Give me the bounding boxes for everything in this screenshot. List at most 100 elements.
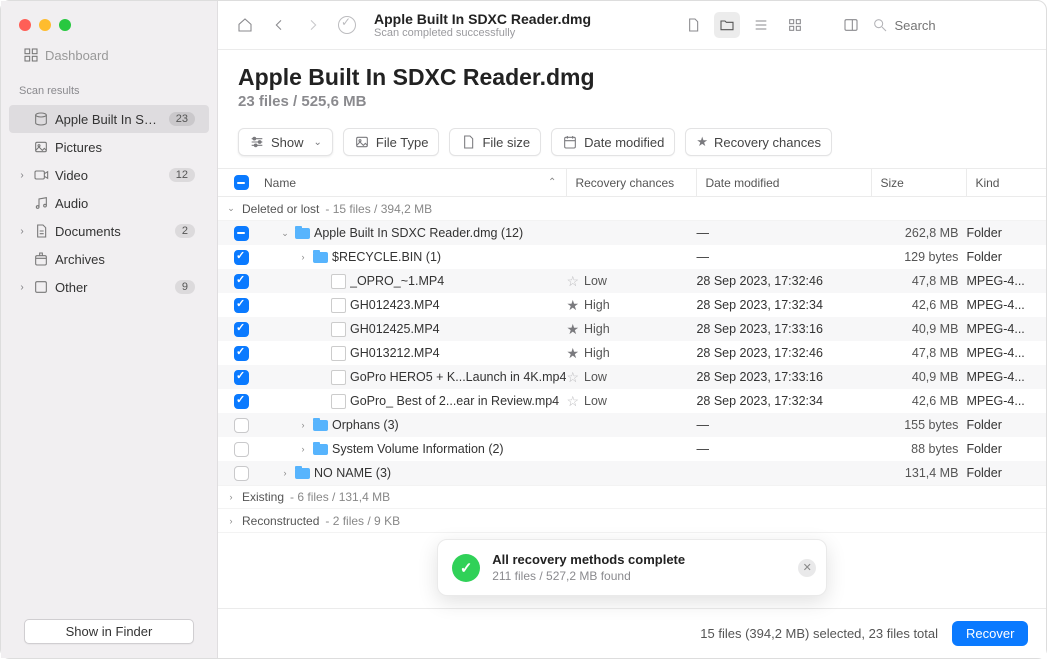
- sidebar-section-heading: Scan results: [1, 79, 217, 101]
- column-kind[interactable]: Kind: [966, 169, 1046, 196]
- kind-value: Folder: [966, 466, 1046, 480]
- sidebar-item-label: Other: [55, 280, 169, 295]
- chip-label: Show: [271, 135, 304, 150]
- column-recovery[interactable]: Recovery chances: [566, 169, 696, 196]
- table-row[interactable]: ·GH013212.MP4★High28 Sep 2023, 17:32:464…: [218, 341, 1046, 365]
- toolbar-title-block: Apple Built In SDXC Reader.dmg Scan comp…: [368, 11, 597, 39]
- column-modified[interactable]: Date modified: [696, 169, 871, 196]
- row-checkbox[interactable]: [234, 250, 249, 265]
- search-input[interactable]: [894, 18, 994, 33]
- select-all-checkbox[interactable]: [234, 175, 249, 190]
- row-checkbox[interactable]: [234, 442, 249, 457]
- sidebar-footer: Show in Finder: [1, 605, 217, 658]
- kind-value: MPEG-4...: [966, 298, 1046, 312]
- home-button[interactable]: [232, 12, 258, 38]
- view-file-button[interactable]: [680, 12, 706, 38]
- main-area: Apple Built In SDXC Reader.dmg Scan comp…: [218, 1, 1046, 658]
- chevron-right-icon: ›: [17, 170, 27, 181]
- search-icon: [872, 17, 888, 33]
- table-row[interactable]: ·GoPro_ Best of 2...ear in Review.mp4☆Lo…: [218, 389, 1046, 413]
- chevron-right-icon: ›: [17, 226, 27, 237]
- sidebar-item-archives[interactable]: ›Archives: [9, 245, 209, 273]
- table-row[interactable]: ⌄Apple Built In SDXC Reader.dmg (12)—262…: [218, 221, 1046, 245]
- chevron-down-icon: ⌄: [226, 203, 236, 214]
- disk-icon: [33, 111, 49, 127]
- minimize-window-button[interactable]: [39, 19, 51, 31]
- column-checkbox[interactable]: [226, 175, 256, 190]
- toast-close-button[interactable]: ✕: [798, 559, 816, 577]
- table-row[interactable]: ›System Volume Information (2)—88 bytesF…: [218, 437, 1046, 461]
- view-folder-button[interactable]: [714, 12, 740, 38]
- size-value: 47,8 MB: [871, 274, 966, 288]
- sidebar-item-documents[interactable]: ›Documents2: [9, 217, 209, 245]
- video-file-icon: [330, 345, 346, 361]
- folder-icon: [312, 249, 328, 265]
- view-panel-button[interactable]: [838, 12, 864, 38]
- maximize-window-button[interactable]: [59, 19, 71, 31]
- chip-recovery-chances[interactable]: ★ Recovery chances: [685, 128, 832, 156]
- sidebar-item-dashboard[interactable]: Dashboard: [9, 41, 209, 69]
- close-window-button[interactable]: [19, 19, 31, 31]
- sidebar-item-pictures[interactable]: ›Pictures: [9, 133, 209, 161]
- star-icon: ☆: [566, 393, 579, 410]
- chevron-right-icon[interactable]: ›: [298, 420, 308, 430]
- date-modified-value: —: [696, 250, 871, 264]
- table-row[interactable]: ›NO NAME (3)131,4 MBFolder: [218, 461, 1046, 485]
- show-in-finder-button[interactable]: Show in Finder: [24, 619, 194, 644]
- chevron-right-icon[interactable]: ›: [298, 444, 308, 454]
- file-name: GoPro_ Best of 2...ear in Review.mp4: [350, 394, 559, 408]
- table-row[interactable]: ·GH012425.MP4★High28 Sep 2023, 17:33:164…: [218, 317, 1046, 341]
- folder-icon: [312, 417, 328, 433]
- forward-button[interactable]: [300, 12, 326, 38]
- file-name: $RECYCLE.BIN (1): [332, 250, 441, 264]
- chip-file-size[interactable]: File size: [449, 128, 541, 156]
- chevron-right-icon[interactable]: ›: [280, 468, 290, 478]
- group-deleted[interactable]: ⌄ Deleted or lost - 15 files / 394,2 MB: [218, 197, 1046, 221]
- sidebar-item-label: Dashboard: [45, 48, 195, 63]
- chevron-right-icon: ›: [17, 282, 27, 293]
- sidebar-item-apple-built-in-sdx-[interactable]: ›Apple Built In SDX...23: [9, 105, 209, 133]
- sidebar-item-label: Pictures: [55, 140, 195, 155]
- recover-button[interactable]: Recover: [952, 621, 1028, 646]
- row-checkbox[interactable]: [234, 226, 249, 241]
- table-row[interactable]: ›Orphans (3)—155 bytesFolder: [218, 413, 1046, 437]
- sidebar-item-audio[interactable]: ›Audio: [9, 189, 209, 217]
- size-value: 47,8 MB: [871, 346, 966, 360]
- sidebar-item-other[interactable]: ›Other9: [9, 273, 209, 301]
- column-size[interactable]: Size: [871, 169, 966, 196]
- row-checkbox[interactable]: [234, 298, 249, 313]
- chip-file-type[interactable]: File Type: [343, 128, 440, 156]
- table-row[interactable]: ›$RECYCLE.BIN (1)—129 bytesFolder: [218, 245, 1046, 269]
- row-checkbox[interactable]: [234, 466, 249, 481]
- row-checkbox[interactable]: [234, 274, 249, 289]
- file-size-icon: [460, 134, 476, 150]
- group-existing[interactable]: › Existing - 6 files / 131,4 MB: [218, 485, 1046, 509]
- row-checkbox[interactable]: [234, 370, 249, 385]
- row-checkbox[interactable]: [234, 346, 249, 361]
- table-row[interactable]: ·GoPro HERO5 + K...Launch in 4K.mp4☆Low2…: [218, 365, 1046, 389]
- group-reconstructed[interactable]: › Reconstructed - 2 files / 9 KB: [218, 509, 1046, 533]
- chip-date-modified[interactable]: Date modified: [551, 128, 675, 156]
- video-file-icon: [330, 273, 346, 289]
- row-checkbox[interactable]: [234, 322, 249, 337]
- search-field[interactable]: [872, 17, 1032, 33]
- chevron-down-icon[interactable]: ⌄: [280, 228, 290, 239]
- back-button[interactable]: [266, 12, 292, 38]
- table-row[interactable]: ·_OPRO_~1.MP4☆Low28 Sep 2023, 17:32:4647…: [218, 269, 1046, 293]
- dashboard-icon: [23, 47, 39, 63]
- star-icon: ★: [566, 321, 579, 338]
- chevron-right-icon[interactable]: ›: [298, 252, 308, 262]
- view-grid-button[interactable]: [782, 12, 808, 38]
- view-list-button[interactable]: [748, 12, 774, 38]
- recovery-value: Low: [584, 394, 607, 408]
- row-checkbox[interactable]: [234, 394, 249, 409]
- row-checkbox[interactable]: [234, 418, 249, 433]
- sliders-icon: [249, 134, 265, 150]
- sidebar-item-label: Apple Built In SDX...: [55, 112, 163, 127]
- sidebar-item-video[interactable]: ›Video12: [9, 161, 209, 189]
- chip-show[interactable]: Show ⌄: [238, 128, 333, 156]
- column-name[interactable]: Name⌃: [256, 169, 566, 196]
- table-row[interactable]: ·GH012423.MP4★High28 Sep 2023, 17:32:344…: [218, 293, 1046, 317]
- star-icon: ☆: [566, 369, 579, 386]
- page-title: Apple Built In SDXC Reader.dmg: [238, 64, 1026, 91]
